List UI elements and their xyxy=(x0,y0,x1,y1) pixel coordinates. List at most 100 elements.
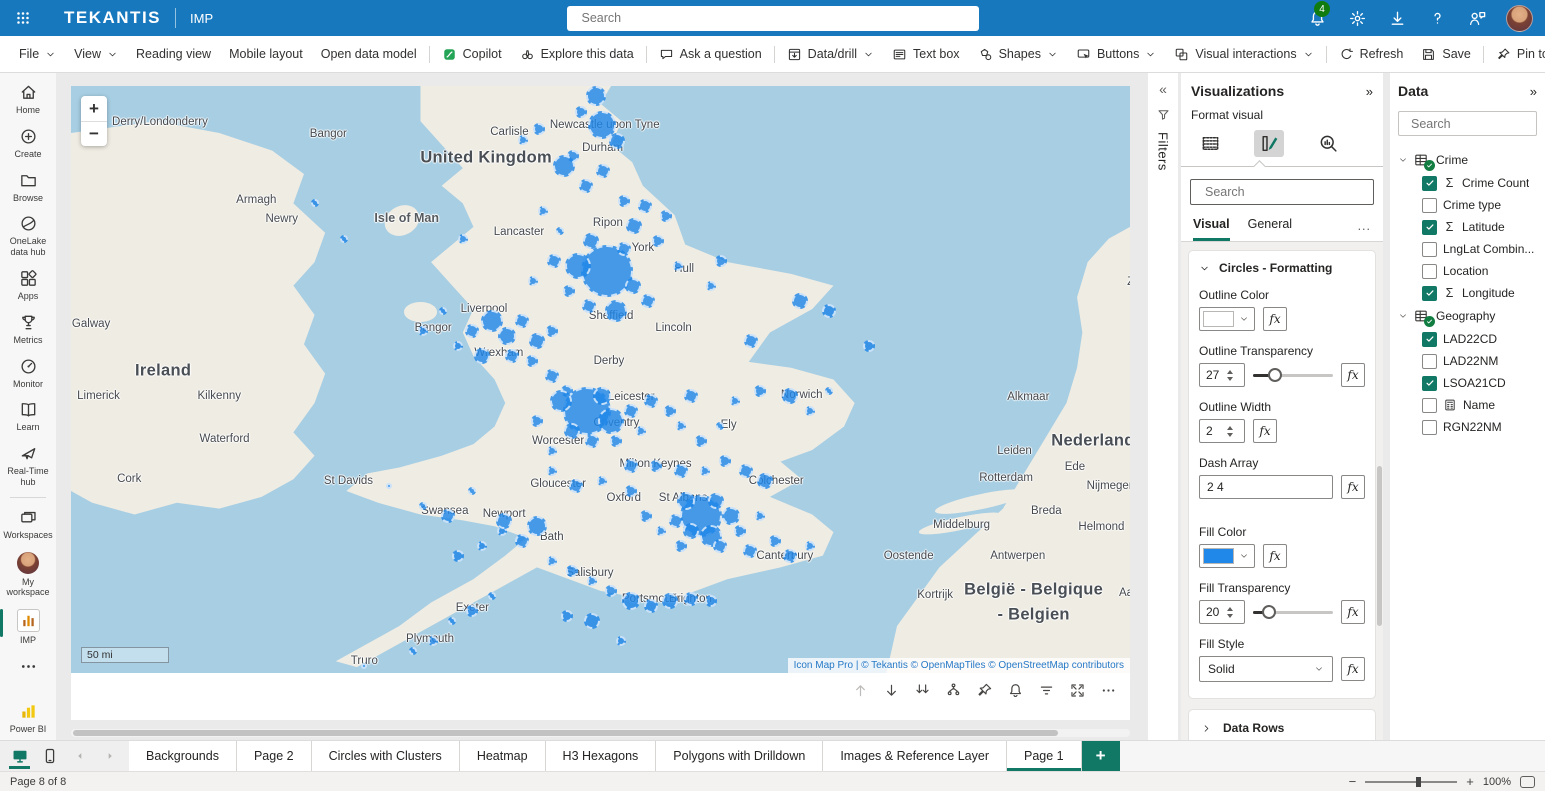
desktop-view-button[interactable] xyxy=(5,741,34,771)
outline-transparency-stepper[interactable] xyxy=(1199,363,1245,387)
map-data-circle[interactable] xyxy=(769,535,781,547)
more-options-button[interactable] xyxy=(1096,678,1120,702)
menu-save[interactable]: Save xyxy=(1412,36,1480,72)
step-down-icon[interactable] xyxy=(1227,614,1233,618)
field-name[interactable]: Name xyxy=(1398,394,1537,416)
map-data-circle[interactable] xyxy=(515,534,529,548)
build-visual-tab[interactable] xyxy=(1195,130,1225,157)
sidebar-item-metrics[interactable]: Metrics xyxy=(0,307,56,351)
map-data-circle[interactable] xyxy=(586,86,606,106)
account-avatar[interactable] xyxy=(1506,5,1533,32)
map-data-circle[interactable] xyxy=(584,613,600,629)
map-data-circle[interactable] xyxy=(716,422,724,430)
pin-button[interactable] xyxy=(972,678,996,702)
map-data-circle[interactable] xyxy=(754,385,766,397)
field-checkbox[interactable] xyxy=(1422,420,1437,435)
map-data-circle[interactable] xyxy=(546,325,558,337)
map-data-circle[interactable] xyxy=(477,541,487,551)
map-data-circle[interactable] xyxy=(782,388,798,404)
page-tab-heatmap[interactable]: Heatmap xyxy=(460,741,546,771)
page-tab-page-2[interactable]: Page 2 xyxy=(237,741,312,771)
map-data-circle[interactable] xyxy=(660,210,672,222)
field-checkbox[interactable] xyxy=(1422,220,1437,235)
format-pane-scrollbar[interactable] xyxy=(1377,466,1382,626)
expand-filters-icon[interactable]: « xyxy=(1159,81,1167,97)
map-data-circle[interactable] xyxy=(719,455,731,467)
menu-reading-view[interactable]: Reading view xyxy=(127,36,220,72)
field-lad22cd[interactable]: LAD22CD xyxy=(1398,328,1537,350)
sidebar-item-onelake-data-hub[interactable]: OneLake data hub xyxy=(0,208,56,263)
map-data-circle[interactable] xyxy=(538,206,548,216)
map-data-circle[interactable] xyxy=(695,435,707,447)
fit-to-page-icon[interactable] xyxy=(1520,776,1535,788)
map-data-circle[interactable] xyxy=(428,636,438,646)
zoom-out-button[interactable]: − xyxy=(81,121,107,146)
map-data-circle[interactable] xyxy=(644,599,658,613)
menu-buttons[interactable]: Buttons xyxy=(1067,36,1165,72)
filter-button[interactable] xyxy=(1034,678,1058,702)
map-data-circle[interactable] xyxy=(863,340,875,352)
map-data-circle[interactable] xyxy=(616,636,626,646)
add-page-button[interactable]: + xyxy=(1082,741,1120,771)
outline-transparency-input[interactable] xyxy=(1200,368,1226,382)
page-tab-circles-with-clusters[interactable]: Circles with Clusters xyxy=(312,741,460,771)
map-data-circle[interactable] xyxy=(550,390,572,412)
field-checkbox[interactable] xyxy=(1422,198,1437,213)
map-data-circle[interactable] xyxy=(386,483,392,489)
field-checkbox[interactable] xyxy=(1422,264,1437,279)
map-data-circle[interactable] xyxy=(755,511,765,521)
map-data-circle[interactable] xyxy=(569,479,583,493)
map-data-circle[interactable] xyxy=(418,326,428,336)
map-data-circle[interactable] xyxy=(624,404,638,418)
map-data-circle[interactable] xyxy=(340,235,348,243)
sidebar-item-real-time-hub[interactable]: Real-Time hub xyxy=(0,438,56,493)
double-arrow-down-button[interactable] xyxy=(910,678,934,702)
field-longitude[interactable]: ΣLongitude xyxy=(1398,282,1537,304)
field-lad22nm[interactable]: LAD22NM xyxy=(1398,350,1537,372)
data-search[interactable] xyxy=(1398,111,1537,136)
map-data-circle[interactable] xyxy=(498,327,516,345)
step-down-icon[interactable] xyxy=(1227,377,1233,381)
map-data-circle[interactable] xyxy=(547,254,561,268)
map-data-circle[interactable] xyxy=(527,516,547,536)
outline-width-fx-button[interactable]: fx xyxy=(1253,419,1277,443)
field-checkbox[interactable] xyxy=(1422,242,1437,257)
table-crime[interactable]: Crime xyxy=(1398,148,1537,172)
feedback-button[interactable] xyxy=(1460,2,1494,34)
field-lnglat-combin[interactable]: LngLat Combin... xyxy=(1398,238,1537,260)
map-data-circle[interactable] xyxy=(585,434,599,448)
map-data-circle[interactable] xyxy=(652,235,664,247)
menu-refresh[interactable]: Refresh xyxy=(1330,36,1413,72)
map-data-circle[interactable] xyxy=(593,387,611,405)
field-location[interactable]: Location xyxy=(1398,260,1537,282)
step-down-icon[interactable] xyxy=(1227,433,1233,437)
map-data-circle[interactable] xyxy=(605,585,617,597)
tab-general[interactable]: General xyxy=(1248,217,1292,241)
map-data-circle[interactable] xyxy=(757,473,773,489)
map-data-circle[interactable] xyxy=(700,466,710,476)
menu-file[interactable]: File xyxy=(10,36,65,72)
sidebar-item-learn[interactable]: Learn xyxy=(0,394,56,438)
data-rows-section[interactable]: Data Rows xyxy=(1188,709,1376,740)
map-data-circle[interactable] xyxy=(618,195,630,207)
menu-pin-to-a-dashboard[interactable]: Pin to a dashboard xyxy=(1487,36,1545,72)
map-data-circle[interactable] xyxy=(684,389,698,403)
focus-mode-button[interactable] xyxy=(1065,678,1089,702)
map-data-circle[interactable] xyxy=(644,394,658,408)
map-data-circle[interactable] xyxy=(662,593,678,609)
map-data-circle[interactable] xyxy=(626,218,642,234)
alert-button[interactable] xyxy=(1003,678,1027,702)
map-data-circle[interactable] xyxy=(638,199,652,213)
map-data-circle[interactable] xyxy=(743,544,757,558)
map-data-circle[interactable] xyxy=(805,541,815,551)
map-data-circle[interactable] xyxy=(566,565,578,577)
fill-transparency-input[interactable] xyxy=(1200,605,1226,619)
map-data-circle[interactable] xyxy=(739,464,753,478)
menu-explore-this-data[interactable]: Explore this data xyxy=(511,36,643,72)
field-latitude[interactable]: ΣLatitude xyxy=(1398,216,1537,238)
menu-visual-interactions[interactable]: Visual interactions xyxy=(1165,36,1322,72)
map-data-circle[interactable] xyxy=(458,234,468,244)
field-rgn22nm[interactable]: RGN22NM xyxy=(1398,416,1537,438)
page-tab-page-1[interactable]: Page 1 xyxy=(1007,741,1082,771)
map-data-circle[interactable] xyxy=(496,513,512,529)
